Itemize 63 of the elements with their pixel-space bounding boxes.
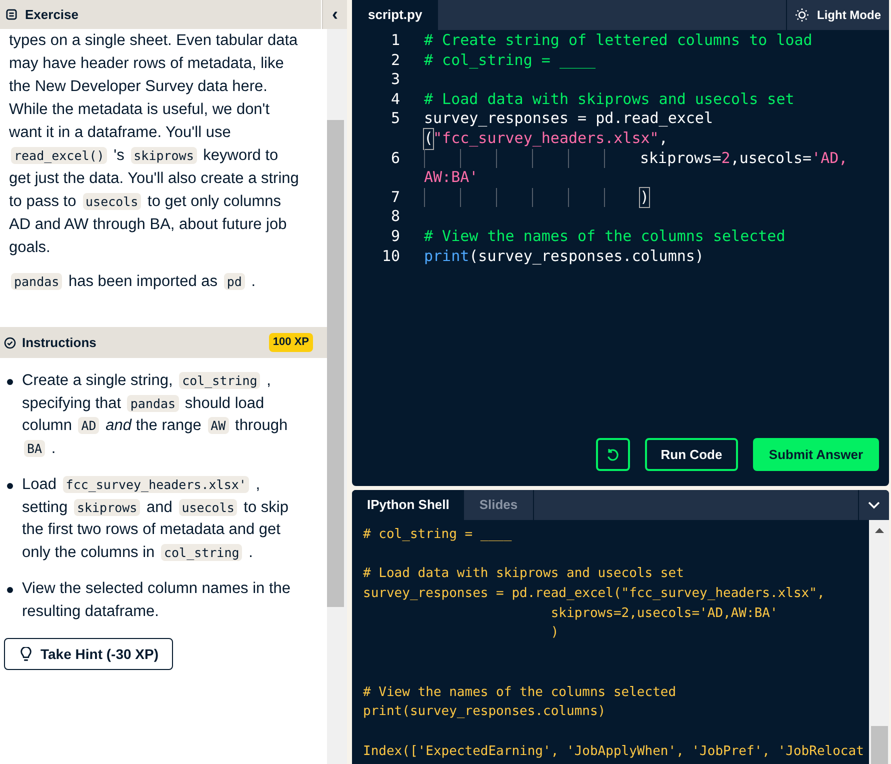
exercise-paragraph: types on a single sheet. Even tabular data may have header rows of metadata, like the New Developer Survey data here. While the metadata is useful, we don't want it in a dataframe. You'll use read_excel() 's skiprows keyword to get just the data. You'll also create a string to pass to usecols to get only columns AD and AW through BA, about future job goals. bbox=[9, 31, 300, 258]
sun-icon bbox=[795, 8, 810, 22]
exercise-title: Exercise bbox=[25, 6, 78, 24]
line-number: 3 bbox=[390, 70, 400, 90]
shell-output-line: skiprows=2,usecols='AD,AW:BA' bbox=[550, 604, 778, 623]
code-token: (survey_responses.columns) bbox=[469, 246, 704, 266]
line-number: 9 bbox=[390, 226, 400, 247]
lightbulb-icon bbox=[18, 646, 32, 662]
code-token: "fcc_survey_headers.xlsx" bbox=[433, 128, 659, 149]
line-number: 2 bbox=[390, 50, 400, 70]
reset-icon bbox=[606, 448, 620, 462]
instruction-item: View the selected column names in the resulting dataframe. bbox=[22, 579, 292, 622]
shell-output-line: ) bbox=[550, 624, 559, 642]
code-token: # Create string of lettered columns to load bbox=[424, 31, 812, 51]
code-token: ) bbox=[640, 188, 650, 208]
shell-output-line: Index(['ExpectedEarning', 'JobApplyWhen', 'JobPref', 'JobRelocat bbox=[363, 742, 864, 761]
line-number: 8 bbox=[390, 207, 400, 227]
line-number: 1 bbox=[390, 31, 400, 51]
line-number: 10 bbox=[380, 246, 400, 266]
exercise-paragraph: pandas has been imported as pd . bbox=[9, 270, 301, 293]
xp-badge: 100 XP bbox=[268, 333, 313, 352]
line-number: 7 bbox=[390, 188, 400, 208]
shell-tab[interactable]: IPython Shell bbox=[352, 490, 464, 520]
reset-button[interactable] bbox=[596, 438, 630, 471]
shell-tab[interactable]: Slides bbox=[464, 490, 534, 520]
code-token: skiprows= bbox=[640, 148, 722, 168]
instructions-title: Instructions bbox=[22, 334, 98, 352]
code-token: , bbox=[658, 128, 668, 149]
chevron-down-icon bbox=[868, 501, 880, 509]
shell-output-line: # View the names of the columns selected bbox=[363, 684, 676, 702]
bullet-icon bbox=[7, 587, 13, 593]
scrollbar-thumb[interactable] bbox=[327, 120, 344, 607]
line-number: 5 bbox=[390, 109, 400, 129]
bullet-icon bbox=[7, 379, 13, 385]
code-token: print bbox=[424, 246, 470, 266]
document-icon bbox=[6, 9, 17, 20]
code-token: ( bbox=[424, 128, 434, 149]
shell-output-line: # col_string = ____ bbox=[363, 526, 512, 544]
code-token: 'AD, bbox=[812, 148, 848, 168]
code-token: # View the names of the columns selected bbox=[424, 226, 786, 247]
file-tab[interactable]: script.py bbox=[352, 0, 438, 30]
code-token: # col_string = ____ bbox=[424, 50, 596, 70]
bullet-icon bbox=[7, 483, 13, 489]
collapse-button[interactable]: ‹ bbox=[322, 0, 347, 29]
check-circle-icon bbox=[4, 336, 16, 348]
instruction-item: Load fcc_survey_headers.xlsx' , setting skiprows and usecols to skip the first two rows of metadata and get only the columns in col_string . bbox=[22, 475, 290, 562]
shell-scrollbar-thumb[interactable] bbox=[870, 726, 888, 764]
hint-button[interactable]: Take Hint (-30 XP) bbox=[4, 638, 173, 670]
line-number: 6 bbox=[390, 148, 400, 168]
line-number: 4 bbox=[390, 90, 400, 110]
submit-button[interactable]: Submit Answer bbox=[753, 438, 879, 471]
instruction-item: Create a single string, col_string , specifying that pandas should load column AD and the range AW through BA . bbox=[22, 371, 289, 458]
shell-output-line: # Load data with skiprows and usecols set bbox=[363, 565, 684, 584]
code-token: # Load data with skiprows and usecols set bbox=[424, 90, 794, 110]
shell-output-line: print(survey_responses.columns) bbox=[363, 703, 606, 722]
run-code-button[interactable]: Run Code bbox=[645, 438, 738, 471]
code-token: AW:BA' bbox=[424, 168, 478, 188]
code-token: 2 bbox=[721, 148, 730, 168]
code-token: ,usecols= bbox=[730, 148, 812, 168]
scroll-up-icon[interactable] bbox=[874, 528, 884, 533]
shell-output-line: survey_responses = pd.read_excel("fcc_survey_headers.xlsx", bbox=[363, 585, 825, 604]
light-mode-button[interactable]: Light Mode bbox=[786, 0, 889, 30]
code-token: survey_responses = pd.read_excel bbox=[424, 109, 713, 129]
